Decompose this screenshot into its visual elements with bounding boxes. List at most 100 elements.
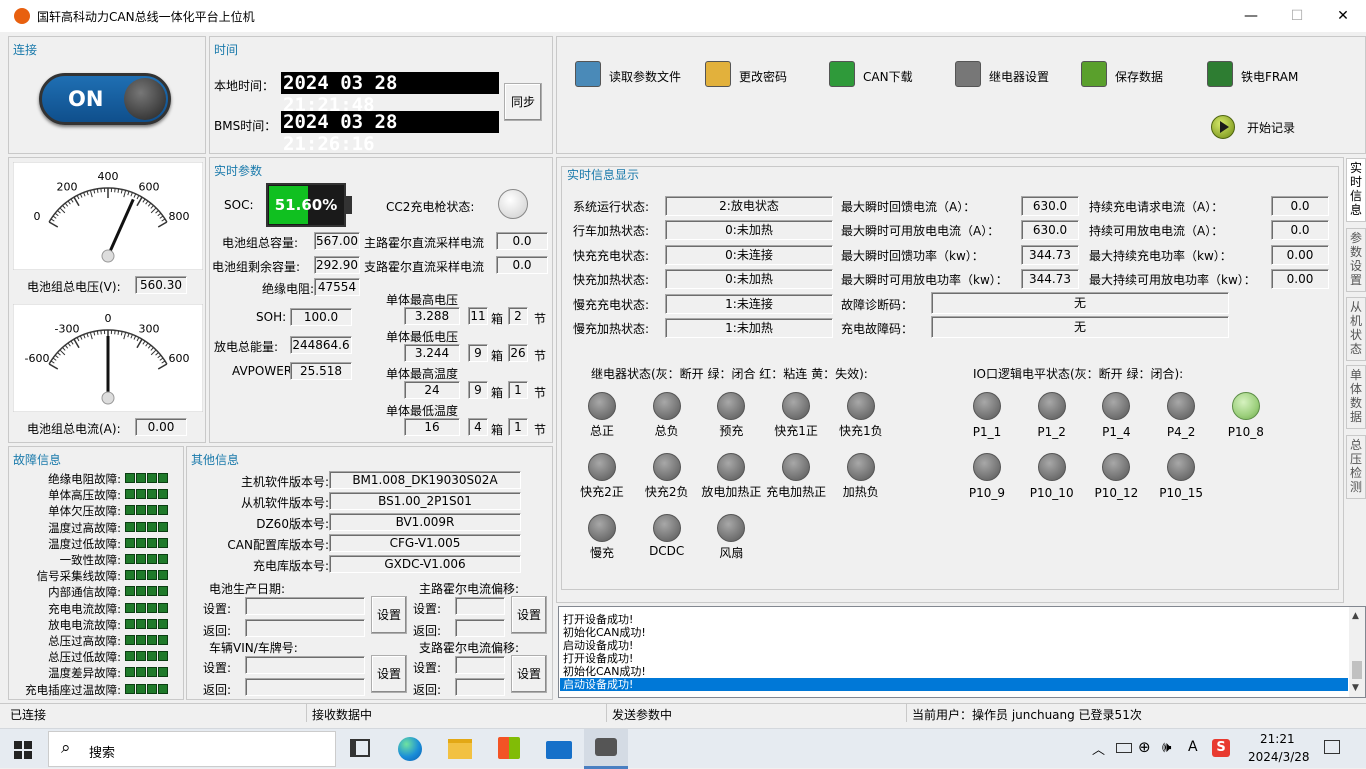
- fault-label: 一致性故障:: [60, 552, 121, 568]
- fault-led-cell: [136, 635, 146, 645]
- tray-chevron-icon[interactable]: ︿: [1092, 739, 1105, 758]
- toolbar-button-1[interactable]: 读取参数文件: [575, 59, 700, 91]
- group-set-button[interactable]: 设置: [511, 596, 547, 634]
- start-button[interactable]: [14, 741, 32, 759]
- edge-icon[interactable]: [398, 737, 422, 761]
- side-tab-1[interactable]: 实时信息: [1346, 158, 1366, 222]
- relay-label: 快充1负: [826, 422, 896, 439]
- clock-date[interactable]: 2024/3/28: [1248, 750, 1310, 764]
- active-app-icon[interactable]: [584, 729, 628, 769]
- battery-icon[interactable]: [1116, 743, 1132, 753]
- io-label: P4_2: [1146, 425, 1216, 439]
- relay-lamp: [653, 453, 681, 481]
- network-icon[interactable]: ⊕: [1138, 738, 1151, 756]
- notification-icon[interactable]: [1324, 740, 1340, 754]
- version-value: BV1.009R: [329, 513, 521, 531]
- fault-led-cell: [125, 522, 135, 532]
- toolbar-label: 读取参数文件: [609, 68, 681, 85]
- fault-led-cell: [136, 570, 146, 580]
- group-set-button[interactable]: 设置: [371, 655, 407, 693]
- gauge-tick-label: 400: [98, 170, 119, 183]
- group-set-input[interactable]: [455, 656, 505, 674]
- discharge-energy-label: 放电总能量:: [214, 338, 278, 355]
- scroll-up-icon[interactable]: ▲: [1352, 611, 1359, 621]
- fault-label: 绝缘电阻故障:: [48, 471, 121, 487]
- toolbar-button-6[interactable]: 铁电FRAM: [1207, 59, 1332, 91]
- toolbar-button-2[interactable]: 更改密码: [705, 59, 830, 91]
- log-scrollbar[interactable]: ▲ ▼: [1349, 607, 1365, 697]
- log-list[interactable]: 打开设备成功!初始化CAN成功!启动设备成功!打开设备成功!初始化CAN成功!启…: [558, 606, 1366, 698]
- fault-led-cell: [125, 554, 135, 564]
- fault-panel: 故障信息 绝缘电阻故障:单体高压故障:单体欠压故障:温度过高故障:温度过低故障:…: [8, 446, 184, 700]
- continuous-label: 持续可用放电电流（A）：: [1089, 222, 1223, 239]
- scroll-thumb[interactable]: [1352, 661, 1362, 679]
- windows-icon: [14, 741, 32, 759]
- task-view-icon[interactable]: [350, 739, 370, 757]
- cell-box-unit: 箱: [491, 421, 503, 438]
- toolbar-button-3[interactable]: CAN下载: [829, 59, 954, 91]
- side-tab-5[interactable]: 总压检测: [1346, 435, 1366, 499]
- store-icon[interactable]: [498, 737, 520, 759]
- group-set-input[interactable]: [245, 597, 365, 615]
- relay-lamp: [588, 392, 616, 420]
- fault-led-cell: [147, 586, 157, 596]
- fault-led-cell: [136, 473, 146, 483]
- group-return-label: 返回:: [203, 622, 231, 639]
- clock-time[interactable]: 21:21: [1260, 732, 1295, 746]
- start-record-label: 开始记录: [1247, 119, 1295, 136]
- gauge-tick-label: -600: [25, 352, 50, 365]
- fault-led-cell: [147, 635, 157, 645]
- gauge-tick-label: 200: [57, 181, 78, 194]
- fault-led-cell: [125, 538, 135, 548]
- fault-label: 温度过高故障:: [48, 520, 121, 536]
- fault-led: [125, 553, 169, 567]
- group-set-button[interactable]: 设置: [371, 596, 407, 634]
- continuous-label: 持续充电请求电流（A）：: [1089, 198, 1223, 215]
- version-value: BM1.008_DK19030S02A: [329, 471, 521, 489]
- io-label: P10_10: [1017, 486, 1087, 500]
- io-label: P10_12: [1081, 486, 1151, 500]
- io-lamp: [1167, 392, 1195, 420]
- side-tab-4[interactable]: 单体数据: [1346, 365, 1366, 429]
- fault-label: 放电电流故障:: [48, 617, 121, 633]
- gauge-tick: [97, 331, 98, 335]
- fault-label: 总压过低故障:: [48, 649, 121, 665]
- scroll-down-icon[interactable]: ▼: [1352, 683, 1359, 693]
- start-record-button[interactable]: 开始记录: [1207, 113, 1327, 141]
- group-set-input[interactable]: [455, 597, 505, 615]
- fault-led-cell: [158, 651, 168, 661]
- minimize-button[interactable]: —: [1228, 0, 1274, 32]
- version-label: 主机软件版本号:: [241, 473, 329, 490]
- sync-button[interactable]: 同步: [504, 83, 542, 121]
- ime-indicator[interactable]: A: [1188, 739, 1198, 755]
- side-tab-3[interactable]: 从机状态: [1346, 297, 1366, 361]
- io-lamp: [1038, 392, 1066, 420]
- toolbar-button-4[interactable]: 继电器设置: [955, 59, 1080, 91]
- connect-switch[interactable]: ON: [39, 73, 171, 125]
- time-panel: 时间 本地时间： 2024 03 28 21:21:48 BMS时间： 2024…: [209, 36, 553, 154]
- cell-title: 单体最高温度: [386, 365, 458, 382]
- mail-icon[interactable]: [546, 741, 572, 759]
- relay-label: 充电加热正: [761, 483, 831, 500]
- maximize-button[interactable]: ☐: [1274, 0, 1320, 32]
- volume-icon[interactable]: 🕪: [1162, 738, 1171, 756]
- cell-title: 单体最低电压: [386, 328, 458, 345]
- fault-led-cell: [147, 522, 157, 532]
- gauge-panel: 0200400600800 电池组总电压(V): 560.30 -600-300…: [8, 157, 206, 443]
- fault-label: 温度过低故障:: [48, 536, 121, 552]
- relay-label: 快充2正: [567, 483, 637, 500]
- group-set-button[interactable]: 设置: [511, 655, 547, 693]
- file-explorer-icon[interactable]: [448, 739, 472, 759]
- relay-label: 风扇: [696, 544, 766, 561]
- fault-label: 信号采集线故障:: [37, 568, 121, 584]
- toolbar-button-5[interactable]: 保存数据: [1081, 59, 1206, 91]
- status-connection: 已连接: [10, 706, 46, 723]
- side-tab-2[interactable]: 参数设置: [1346, 228, 1366, 292]
- close-button[interactable]: ✕: [1320, 0, 1366, 32]
- voltage-gauge: 0200400600800: [13, 162, 203, 270]
- group-set-label: 设置:: [413, 659, 441, 676]
- gauge-tick-label: 300: [139, 323, 160, 336]
- group-set-input[interactable]: [245, 656, 365, 674]
- sogou-icon[interactable]: S: [1212, 739, 1230, 757]
- taskbar-search[interactable]: ⌕ 搜索: [48, 731, 336, 767]
